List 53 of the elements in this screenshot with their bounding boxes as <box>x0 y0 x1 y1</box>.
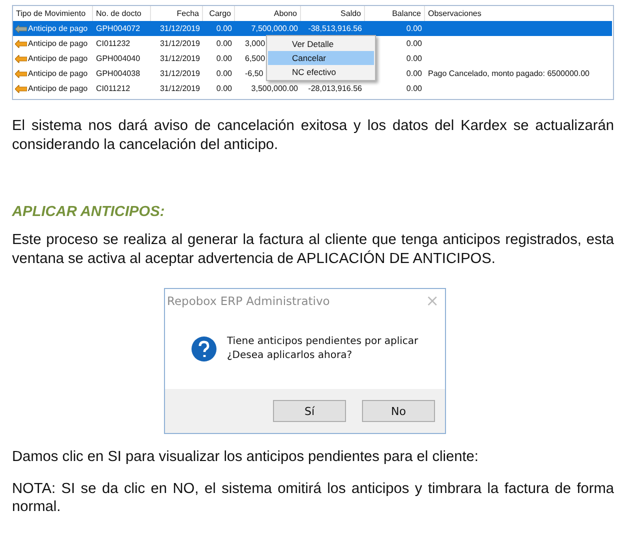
table-cell: 0.00 <box>216 84 232 93</box>
arrow-icon <box>15 84 27 92</box>
column-header[interactable]: Observaciones <box>425 6 613 21</box>
menu-item[interactable]: Ver Detalle <box>268 37 374 51</box>
table-cell: 31/12/2019 <box>160 84 200 93</box>
menu-item[interactable]: Cancelar <box>268 51 374 65</box>
arrow-icon <box>15 40 27 48</box>
paragraph: Damos clic en SI para visualizar los anticipos pendientes para el cliente: <box>12 448 480 466</box>
table-cell[interactable]: Anticipo de pago <box>28 39 88 48</box>
arrow-icon <box>15 54 27 62</box>
table-cell: 0.00 <box>406 84 422 93</box>
message-text: ¿Desea aplicarlos ahora? <box>227 349 354 363</box>
table-cell: 0.00 <box>216 54 232 63</box>
table-cell: 0.00 <box>406 54 422 63</box>
table-cell: 31/12/2019 <box>160 54 200 63</box>
table-cell: 31/12/2019 <box>160 39 200 48</box>
paragraph: Este proceso se realiza al generar la factura al cliente que tenga anticipos registrados, esta ventana se activa al aceptar advertencia de APLICACIÓN DE ANTICIPOS. <box>12 231 614 268</box>
table-cell: Pago Cancelado, monto pagado: 6500000.00 <box>428 69 590 78</box>
arrow-icon <box>15 24 27 32</box>
table-cell: -6,50 <box>245 69 264 78</box>
table-cell: 0.00 <box>406 39 422 48</box>
table-cell: 0.00 <box>406 24 422 33</box>
dialog-button[interactable]: No <box>362 400 435 422</box>
menu-item[interactable]: NC efectivo <box>268 65 374 79</box>
dialog-button[interactable]: Sí <box>273 400 346 422</box>
table-cell[interactable]: Anticipo de pago <box>28 24 88 33</box>
table-cell: 3,500,000.00 <box>251 84 298 93</box>
table-cell: 31/12/2019 <box>160 69 200 78</box>
message-text: Tiene anticipos pendientes por aplicar <box>227 335 418 349</box>
table-cell[interactable]: Anticipo de pago <box>28 69 88 78</box>
table-cell[interactable]: Anticipo de pago <box>28 54 88 63</box>
table-cell: 3,000 <box>245 39 266 48</box>
table-cell: 6,500 <box>245 54 266 63</box>
paragraph: El sistema nos dará aviso de cancelación exitosa y los datos del Kardex se actualizarán considerando la cancelación del anticipo. <box>12 117 614 154</box>
table-cell: GPH004040 <box>96 54 140 63</box>
arrow-icon <box>15 70 27 78</box>
table-cell: CI011212 <box>96 84 130 93</box>
section-heading: APLICAR ANTICIPOS: <box>12 204 166 220</box>
question-icon <box>191 336 217 362</box>
table-cell: GPH004072 <box>96 24 140 33</box>
table-cell: 0.00 <box>216 69 232 78</box>
window-title: Repobox ERP Administrativo <box>167 294 330 308</box>
table-cell: GPH004038 <box>96 69 140 78</box>
paragraph: NOTA: SI se da clic en NO, el sistema omitirá los anticipos y timbrara la factura de forma normal. <box>12 480 614 516</box>
table-cell: -38,513,916.56 <box>308 24 362 33</box>
table-cell: 0.00 <box>216 39 232 48</box>
table-cell: 0.00 <box>406 69 422 78</box>
table-cell: CI011232 <box>96 39 130 48</box>
table-cell: -28,013,916.56 <box>308 84 362 93</box>
table-cell: 31/12/2019 <box>160 24 200 33</box>
table-cell: 0.00 <box>216 24 232 33</box>
table-cell: 7,500,000.00 <box>251 24 298 33</box>
table-cell[interactable]: Anticipo de pago <box>28 84 88 93</box>
